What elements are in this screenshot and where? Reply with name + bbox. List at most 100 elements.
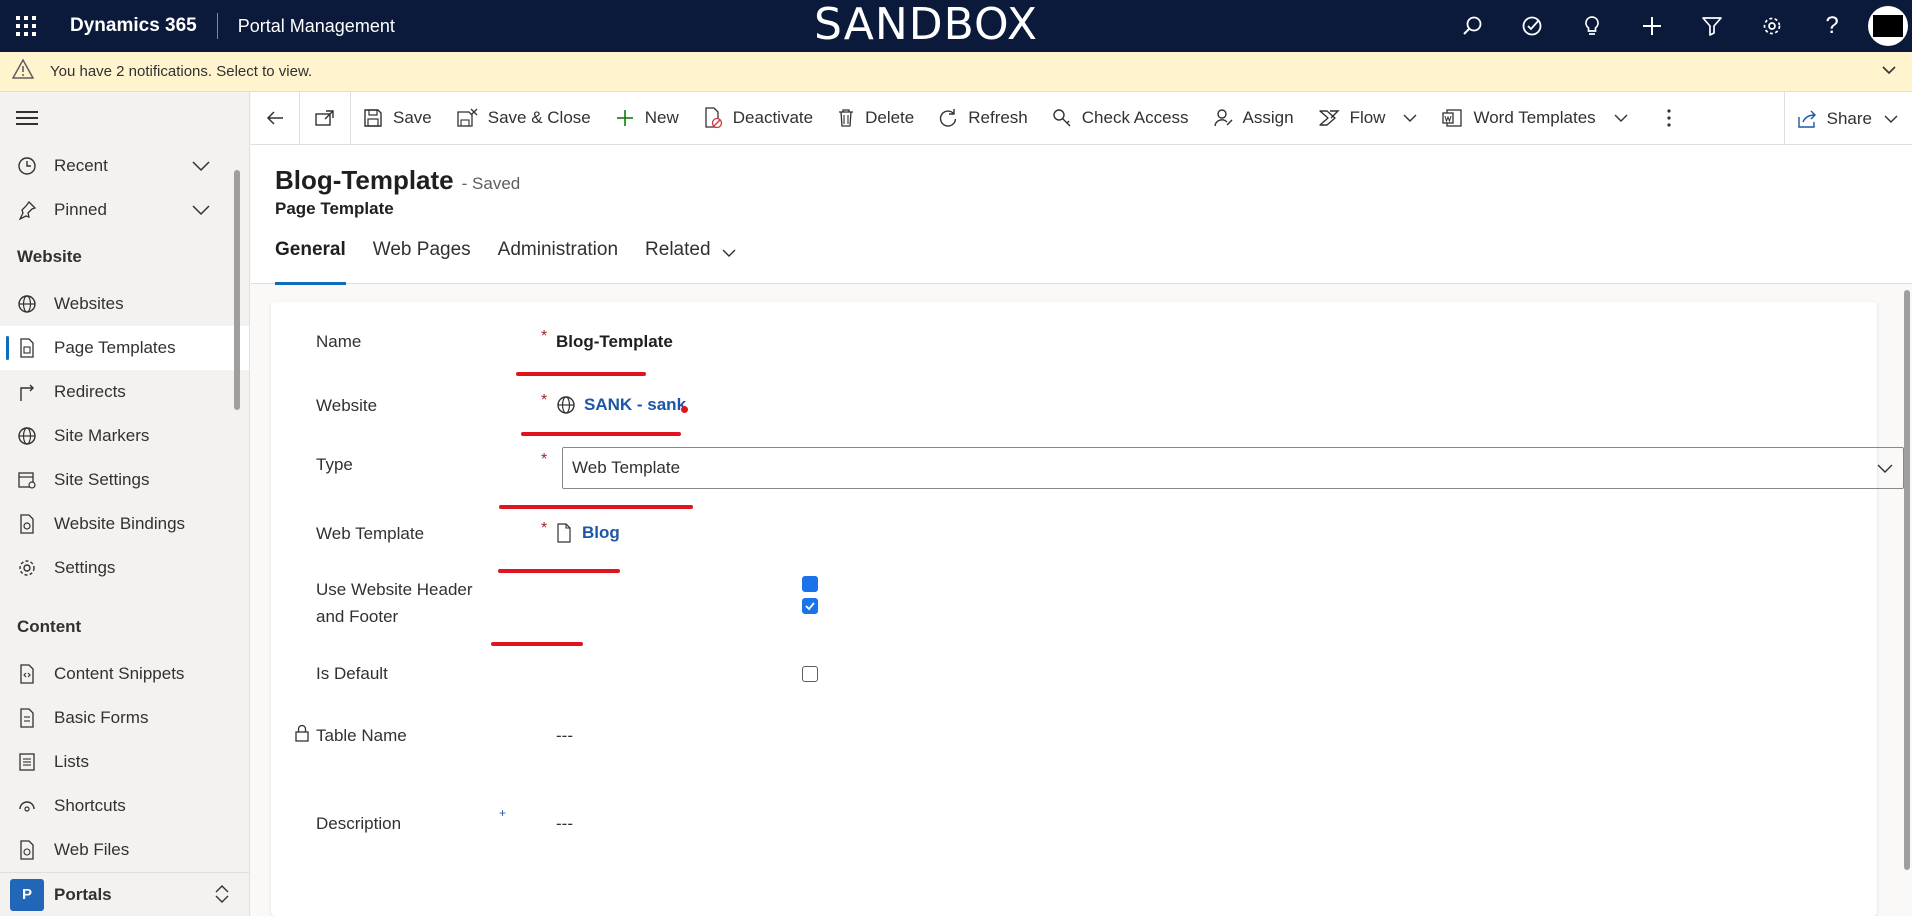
chevron-down-icon[interactable]: [1884, 112, 1898, 126]
website-link[interactable]: SANK - sank: [584, 395, 686, 415]
delete-button[interactable]: Delete: [825, 92, 926, 145]
page-icon: [16, 337, 38, 359]
entity-name: Page Template: [275, 199, 394, 218]
shortcut-icon: [16, 795, 38, 817]
save-close-button[interactable]: Save & Close: [444, 92, 603, 145]
sidebar-item-lists[interactable]: Lists: [0, 740, 249, 784]
tab-related[interactable]: Related: [645, 233, 737, 284]
back-arrow-icon: [266, 111, 283, 125]
chevron-down-icon[interactable]: [1614, 111, 1628, 125]
form-icon: [16, 707, 38, 729]
web-template-lookup[interactable]: Blog: [556, 523, 620, 543]
type-value: Web Template: [572, 458, 681, 477]
sidebar-item-content-snippets[interactable]: Content Snippets: [0, 652, 249, 696]
general-section: Name * Blog-Template Website * SANK - sa…: [271, 302, 1904, 916]
binding-icon: [16, 513, 38, 535]
sidebar-item-shortcuts[interactable]: Shortcuts: [0, 784, 249, 828]
back-button[interactable]: [251, 92, 299, 145]
check-access-label: Check Access: [1081, 108, 1189, 127]
notification-bar[interactable]: You have 2 notifications. Select to view…: [0, 52, 1912, 92]
sidebar-item-label: Websites: [54, 294, 124, 313]
sidebar-item-site-markers[interactable]: Site Markers: [0, 414, 249, 458]
assign-button[interactable]: Assign: [1201, 92, 1306, 145]
field-label: Website: [316, 396, 378, 415]
sidebar-item-basic-forms[interactable]: Basic Forms: [0, 696, 249, 740]
website-lookup[interactable]: SANK - sank: [556, 395, 686, 415]
sidebar-item-label: Site Settings: [54, 470, 150, 489]
description-input[interactable]: ---: [556, 814, 573, 834]
tab-general[interactable]: General: [275, 233, 346, 285]
new-button[interactable]: New: [603, 92, 691, 145]
deactivate-icon: [703, 107, 723, 129]
chevron-down-icon[interactable]: [191, 156, 211, 181]
sidebar-item-recent[interactable]: Recent: [0, 144, 249, 188]
sidebar-item-settings[interactable]: Settings: [0, 546, 249, 590]
sidebar-item-label: Settings: [54, 558, 116, 577]
plus-icon[interactable]: [1622, 0, 1682, 52]
chevron-down-icon[interactable]: [191, 200, 211, 225]
area-badge: P: [10, 878, 44, 911]
type-select[interactable]: Web Template: [562, 447, 1904, 489]
gear-icon[interactable]: [1742, 0, 1802, 52]
annotation-underline: [521, 432, 681, 436]
tab-related-label: Related: [645, 239, 711, 260]
more-vertical-icon: [1667, 109, 1671, 127]
lightbulb-icon[interactable]: [1562, 0, 1622, 52]
snippet-icon: [16, 663, 38, 685]
chevron-down-icon[interactable]: [1403, 111, 1417, 125]
flow-label: Flow: [1349, 108, 1386, 127]
help-icon[interactable]: ?: [1802, 0, 1862, 52]
person-icon: [1213, 108, 1233, 128]
notification-text[interactable]: You have 2 notifications. Select to view…: [50, 63, 312, 80]
hamburger-button[interactable]: [0, 92, 249, 144]
deactivate-button[interactable]: Deactivate: [691, 92, 825, 145]
use-header-footer-checkbox[interactable]: [802, 598, 818, 614]
chevron-updown-icon[interactable]: [213, 883, 231, 910]
web-template-link[interactable]: Blog: [582, 523, 620, 543]
annotation-underline: [498, 569, 620, 573]
sidebar-scrollbar[interactable]: [234, 170, 240, 410]
sidebar-item-websites[interactable]: Websites: [0, 282, 249, 326]
save-button[interactable]: Save: [351, 92, 444, 145]
required-marker: *: [541, 328, 548, 345]
sidebar-item-web-files[interactable]: Web Files: [0, 828, 249, 872]
form-tabs: General Web Pages Administration Related: [275, 233, 764, 285]
word-icon: [1441, 108, 1463, 128]
sidebar-item-pinned[interactable]: Pinned: [0, 188, 249, 232]
check-access-button[interactable]: Check Access: [1040, 92, 1201, 145]
checkmark-icon: [805, 602, 815, 611]
sidebar-item-redirects[interactable]: Redirects: [0, 370, 249, 414]
name-input[interactable]: Blog-Template: [556, 332, 673, 352]
flow-button[interactable]: Flow: [1306, 92, 1430, 145]
word-templates-button[interactable]: Word Templates: [1429, 92, 1639, 145]
filter-icon[interactable]: [1682, 0, 1742, 52]
sidebar-item-site-settings[interactable]: Site Settings: [0, 458, 249, 502]
search-icon[interactable]: [1442, 0, 1502, 52]
sidebar-item-page-templates[interactable]: Page Templates: [0, 326, 249, 370]
area-label: Portals: [54, 884, 112, 904]
is-default-checkbox[interactable]: [802, 666, 818, 682]
sidebar-item-website-bindings[interactable]: Website Bindings: [0, 502, 249, 546]
clock-icon: [16, 155, 38, 177]
redirect-icon: [16, 381, 38, 403]
popout-button[interactable]: [299, 91, 351, 145]
more-commands-button[interactable]: [1640, 92, 1698, 145]
chevron-down-icon: [1875, 458, 1895, 483]
tab-web-pages[interactable]: Web Pages: [373, 233, 471, 284]
tab-administration[interactable]: Administration: [498, 233, 618, 284]
avatar[interactable]: [1868, 6, 1908, 46]
share-icon: [1797, 109, 1817, 129]
chevron-down-icon: [721, 245, 737, 267]
refresh-button[interactable]: Refresh: [926, 92, 1040, 145]
share-button[interactable]: Share: [1783, 92, 1912, 145]
task-icon[interactable]: [1502, 0, 1562, 52]
new-label: New: [644, 108, 679, 127]
top-bar: Dynamics 365 Portal Management SANDBOX ?: [0, 0, 1912, 52]
assign-label: Assign: [1242, 108, 1294, 127]
warning-icon: [11, 57, 35, 85]
chevron-down-icon[interactable]: [1880, 61, 1898, 83]
area-switcher[interactable]: P Portals: [0, 872, 249, 916]
main-scrollbar[interactable]: [1904, 290, 1910, 870]
record-title-row: Blog-Template - Saved: [275, 165, 520, 196]
globe-icon: [16, 425, 38, 447]
